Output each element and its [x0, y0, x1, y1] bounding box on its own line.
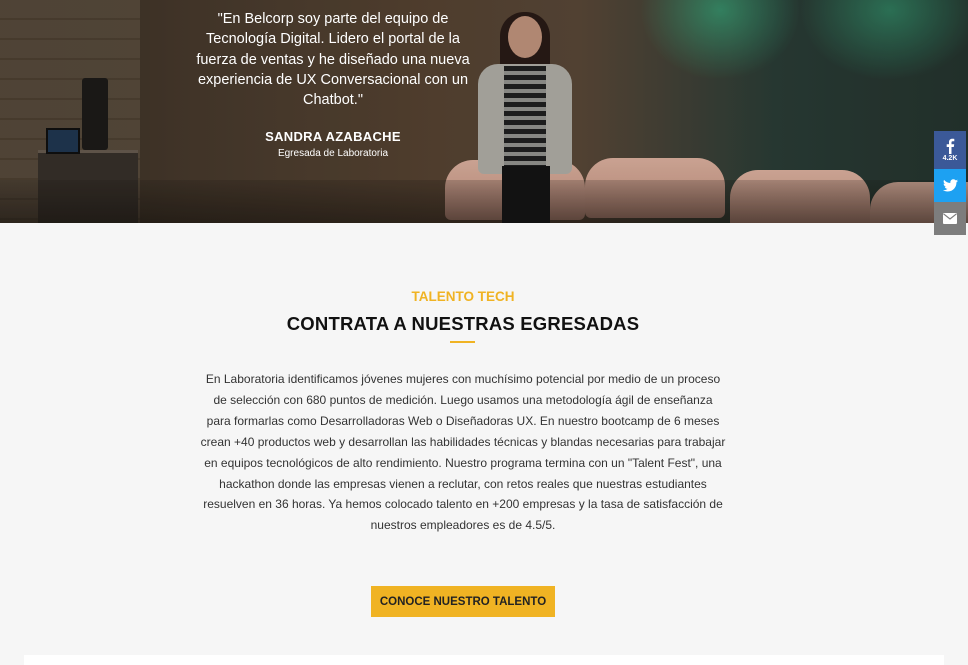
twitter-icon — [942, 179, 958, 192]
share-bar: 4.2K — [934, 131, 966, 235]
testimonial-name: SANDRA AZABACHE — [265, 129, 401, 144]
section-description: En Laboratoria identificamos jóvenes muj… — [200, 372, 726, 533]
facebook-share-count: 4.2K — [942, 155, 958, 162]
hero-banner: "En Belcorp soy parte del equipo de Tecn… — [0, 0, 968, 223]
title-underline — [450, 341, 475, 343]
twitter-share-button[interactable] — [934, 169, 966, 202]
testimonial-quote: "En Belcorp soy parte del equipo de Tecn… — [196, 11, 470, 109]
next-section-card — [24, 655, 944, 665]
section-title: CONTRATA A NUESTRAS EGRESADAS — [286, 313, 640, 334]
facebook-share-button[interactable]: 4.2K — [934, 131, 966, 169]
facebook-icon — [946, 138, 955, 154]
email-icon — [943, 213, 957, 224]
email-share-button[interactable] — [934, 202, 966, 235]
section-kicker: TALENTO TECH — [411, 289, 515, 304]
meet-talent-button[interactable]: CONOCE NUESTRO TALENTO — [371, 586, 555, 617]
testimonial-role: Egresada de Laboratoria — [277, 148, 389, 159]
